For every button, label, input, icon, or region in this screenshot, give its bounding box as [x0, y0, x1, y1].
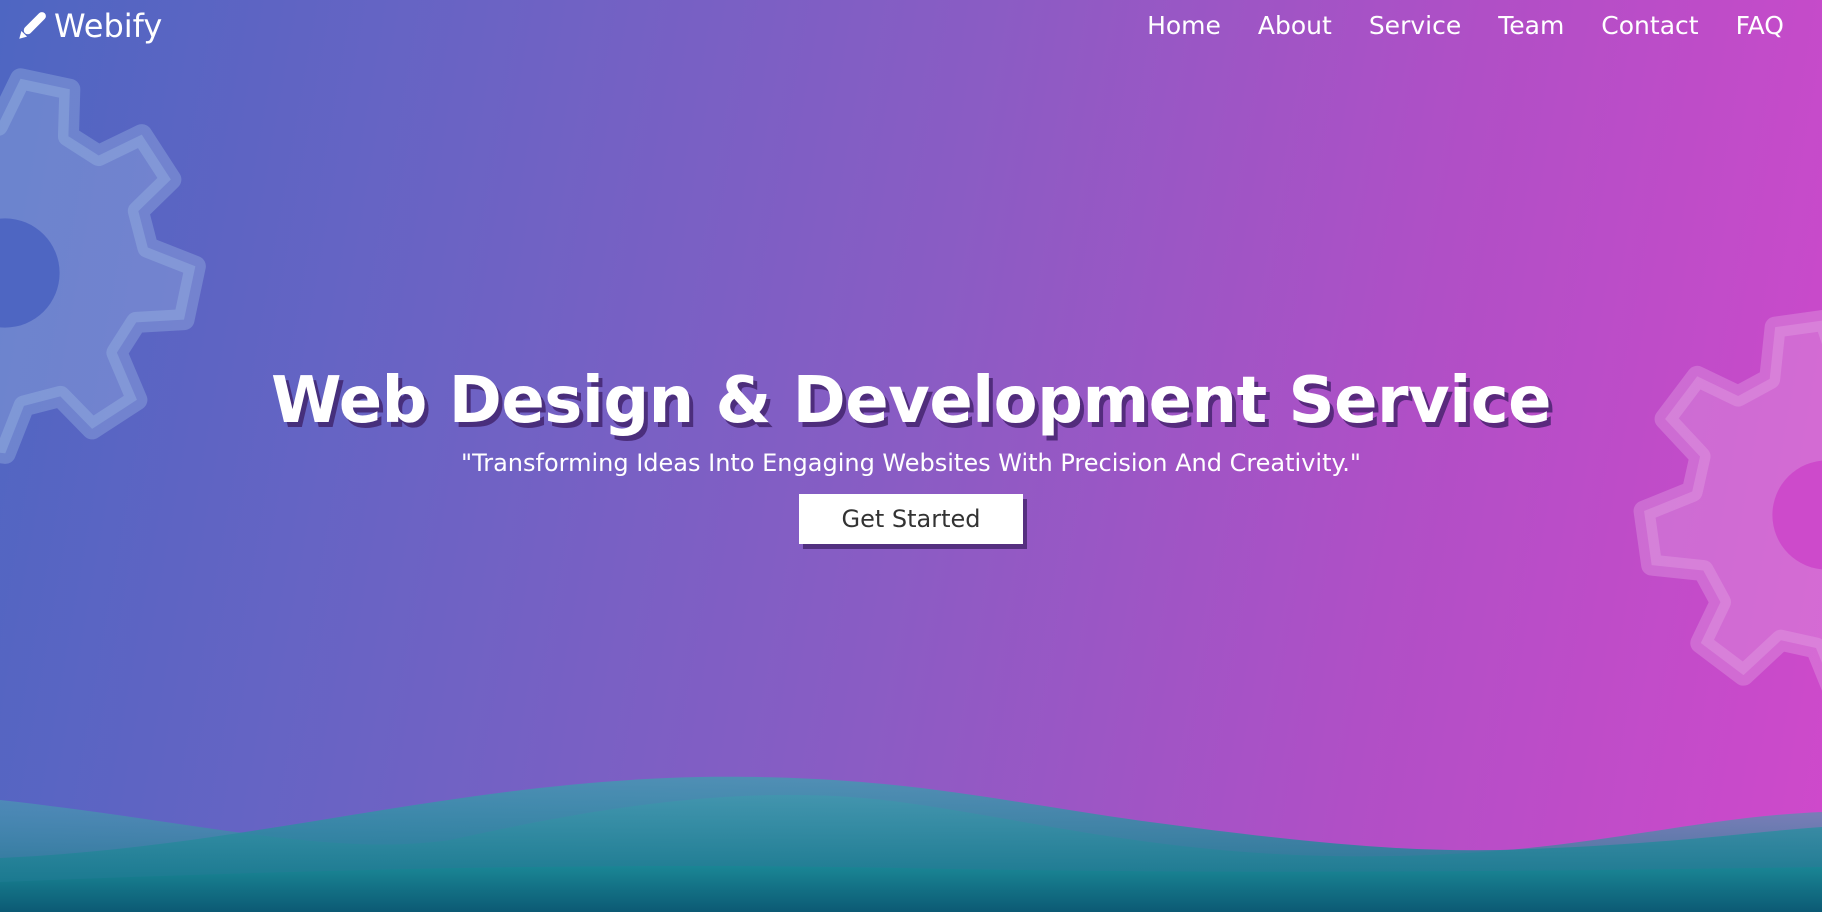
hero-section: Webify Home About Service Team Contact F…: [0, 0, 1822, 912]
nav-link-faq[interactable]: FAQ: [1736, 8, 1784, 44]
hero-tagline: "Transforming Ideas Into Engaging Websit…: [461, 449, 1361, 477]
pencil-icon: [19, 12, 46, 39]
nav-link-contact[interactable]: Contact: [1601, 8, 1698, 44]
nav-link-home[interactable]: Home: [1147, 8, 1221, 44]
nav-link-team[interactable]: Team: [1498, 8, 1564, 44]
get-started-button[interactable]: Get Started: [799, 494, 1023, 544]
hero-content: Web Design & Development Service "Transf…: [0, 362, 1822, 544]
nav-link-service[interactable]: Service: [1369, 8, 1461, 44]
brand-name: Webify: [54, 7, 163, 45]
nav-links: Home About Service Team Contact FAQ: [1110, 8, 1784, 44]
wave-decoration: [0, 776, 1822, 912]
nav-link-about[interactable]: About: [1258, 8, 1332, 44]
brand-logo-link[interactable]: Webify: [16, 6, 162, 46]
navbar: Webify Home About Service Team Contact F…: [0, 0, 1822, 52]
hero-title: Web Design & Development Service: [270, 364, 1552, 438]
